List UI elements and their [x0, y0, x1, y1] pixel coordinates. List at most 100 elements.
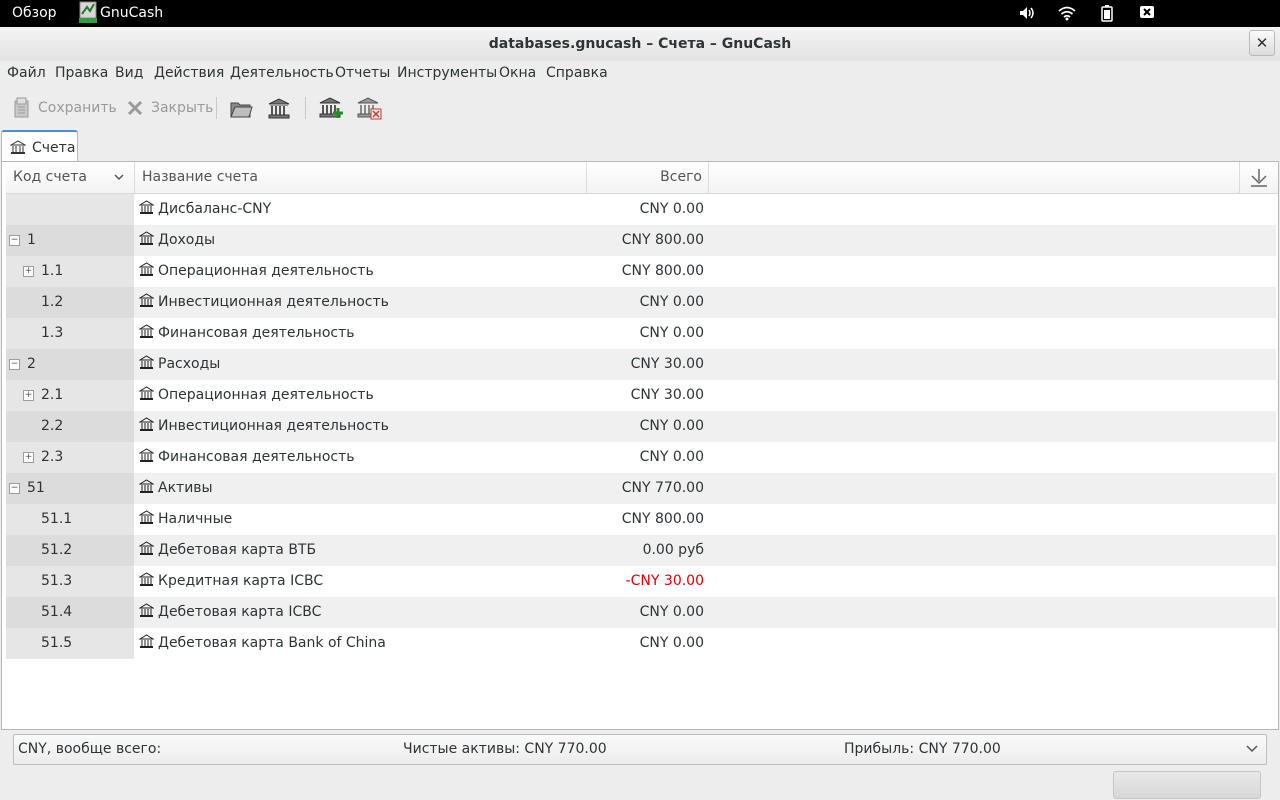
account-row[interactable]: +2.1 Операционная деятельность CNY 30.00 — [6, 380, 1276, 411]
bank-icon — [10, 140, 26, 154]
account-total: CNY 0.00 — [639, 418, 704, 434]
column-header-name[interactable]: Название счета — [135, 162, 587, 193]
account-row[interactable]: 51.1 Наличные CNY 800.00 — [6, 504, 1276, 535]
expand-icon[interactable]: + — [23, 390, 34, 401]
progress-bar — [1113, 771, 1261, 799]
account-code: 51.1 — [41, 511, 73, 527]
column-header-total[interactable]: Всего — [587, 162, 709, 193]
close-icon — [127, 100, 143, 116]
bank-icon — [138, 417, 155, 436]
account-code: 2.2 — [41, 418, 64, 434]
account-name: Кредитная карта ICBC — [158, 573, 324, 589]
window-close-button[interactable]: ✕ — [1249, 30, 1275, 56]
account-row[interactable]: 1.2 Инвестиционная деятельность CNY 0.00 — [6, 287, 1276, 318]
column-header-code[interactable]: Код счета — [6, 162, 135, 193]
menu-edit[interactable]: Правка — [55, 65, 108, 81]
summary-bar[interactable]: CNY, вообще всего: Чистые активы: CNY 77… — [13, 734, 1267, 765]
account-total: CNY 0.00 — [639, 635, 704, 651]
collapse-icon[interactable]: − — [9, 235, 20, 246]
app-menu-button[interactable]: GnuCash — [100, 5, 163, 21]
account-name: Доходы — [158, 232, 216, 248]
column-headers: Код счета Название счета Всего — [6, 162, 1278, 194]
account-code: 2.3 — [41, 449, 64, 465]
account-name: Инвестиционная деятельность — [158, 418, 389, 434]
account-row[interactable]: 51.2 Дебетовая карта ВТБ 0.00 руб — [6, 535, 1276, 566]
bank-icon — [138, 293, 155, 312]
menu-tools[interactable]: Инструменты — [397, 65, 497, 81]
tab-accounts[interactable]: Счета — [1, 130, 78, 163]
column-selector-button[interactable] — [1239, 162, 1278, 193]
bank-icon — [138, 634, 155, 653]
save-icon — [14, 97, 29, 118]
account-row[interactable]: −1 Доходы CNY 800.00 — [6, 225, 1276, 256]
edit-account-icon — [268, 98, 290, 119]
account-total: CNY 800.00 — [621, 511, 704, 527]
column-chooser-icon — [1251, 169, 1267, 187]
account-code: 51.5 — [41, 635, 73, 651]
account-row[interactable]: 51.5 Дебетовая карта Bank of China CNY 0.0… — [6, 628, 1276, 659]
account-name: Дисбаланс-CNY — [158, 201, 272, 217]
account-name: Дебетовая карта ICBC — [158, 604, 322, 620]
close-page-button[interactable]: Закрыть — [125, 96, 213, 120]
bank-icon — [138, 603, 155, 622]
account-row[interactable]: 1.3 Финансовая деятельность CNY 0.00 — [6, 318, 1276, 349]
power-icon[interactable] — [1138, 4, 1156, 22]
account-code: 2 — [27, 356, 36, 372]
wifi-icon[interactable] — [1058, 4, 1076, 22]
expand-icon[interactable]: + — [23, 452, 34, 463]
status-bar — [0, 767, 1280, 800]
open-button[interactable] — [229, 96, 259, 120]
volume-icon[interactable] — [1018, 4, 1036, 22]
new-account-button[interactable] — [318, 96, 350, 120]
menu-windows[interactable]: Окна — [499, 65, 536, 81]
account-total: CNY 0.00 — [639, 294, 704, 310]
account-total: CNY 30.00 — [630, 356, 704, 372]
toolbar-separator — [216, 97, 217, 119]
menu-view[interactable]: Вид — [115, 65, 143, 81]
account-code: 2.1 — [41, 387, 64, 403]
tab-label: Счета — [32, 140, 76, 156]
code-cell — [6, 349, 134, 380]
accounts-tree: Код счета Название счета Всего Дисбаланс… — [1, 161, 1279, 730]
battery-icon[interactable] — [1098, 4, 1116, 22]
bank-icon — [138, 386, 155, 405]
menu-file[interactable]: Файл — [7, 65, 46, 81]
expand-icon[interactable]: + — [23, 266, 34, 277]
menu-reports[interactable]: Отчеты — [335, 65, 390, 81]
account-total: CNY 770.00 — [621, 480, 704, 496]
account-row[interactable]: Дисбаланс-CNY CNY 0.00 — [6, 194, 1276, 225]
account-row[interactable]: +1.1 Операционная деятельность CNY 800.00 — [6, 256, 1276, 287]
account-code: 51.2 — [41, 542, 73, 558]
bank-icon — [138, 262, 155, 281]
menu-business[interactable]: Деятельность — [230, 65, 334, 81]
account-row[interactable]: 2.2 Инвестиционная деятельность CNY 0.00 — [6, 411, 1276, 442]
chevron-down-icon — [114, 174, 124, 181]
account-total: CNY 0.00 — [639, 201, 704, 217]
code-cell — [6, 318, 134, 349]
account-total: CNY 0.00 — [639, 325, 704, 341]
edit-account-button[interactable] — [267, 96, 297, 120]
account-row[interactable]: −51 Активы CNY 770.00 — [6, 473, 1276, 504]
column-name-label: Название счета — [142, 169, 259, 185]
column-code-label: Код счета — [13, 169, 87, 185]
toolbar-separator — [305, 97, 306, 119]
account-name: Наличные — [158, 511, 233, 527]
account-total: -CNY 30.00 — [625, 573, 704, 589]
account-row[interactable]: +2.3 Финансовая деятельность CNY 0.00 — [6, 442, 1276, 473]
menu-actions[interactable]: Действия — [154, 65, 224, 81]
bank-icon — [138, 541, 155, 560]
account-name: Инвестиционная деятельность — [158, 294, 389, 310]
menu-help[interactable]: Справка — [546, 65, 608, 81]
account-row[interactable]: 51.3 Кредитная карта ICBC -CNY 30.00 — [6, 566, 1276, 597]
account-row[interactable]: 51.4 Дебетовая карта ICBC CNY 0.00 — [6, 597, 1276, 628]
bank-icon — [138, 200, 155, 219]
collapse-icon[interactable]: − — [9, 359, 20, 370]
account-code: 1 — [27, 232, 36, 248]
activities-button[interactable]: Обзор — [12, 5, 57, 21]
delete-account-button[interactable] — [356, 96, 388, 120]
close-label: Закрыть — [151, 100, 214, 116]
save-label: Сохранить — [38, 100, 117, 116]
account-row[interactable]: −2 Расходы CNY 30.00 — [6, 349, 1276, 380]
save-button[interactable]: Сохранить — [12, 96, 117, 120]
collapse-icon[interactable]: − — [9, 483, 20, 494]
